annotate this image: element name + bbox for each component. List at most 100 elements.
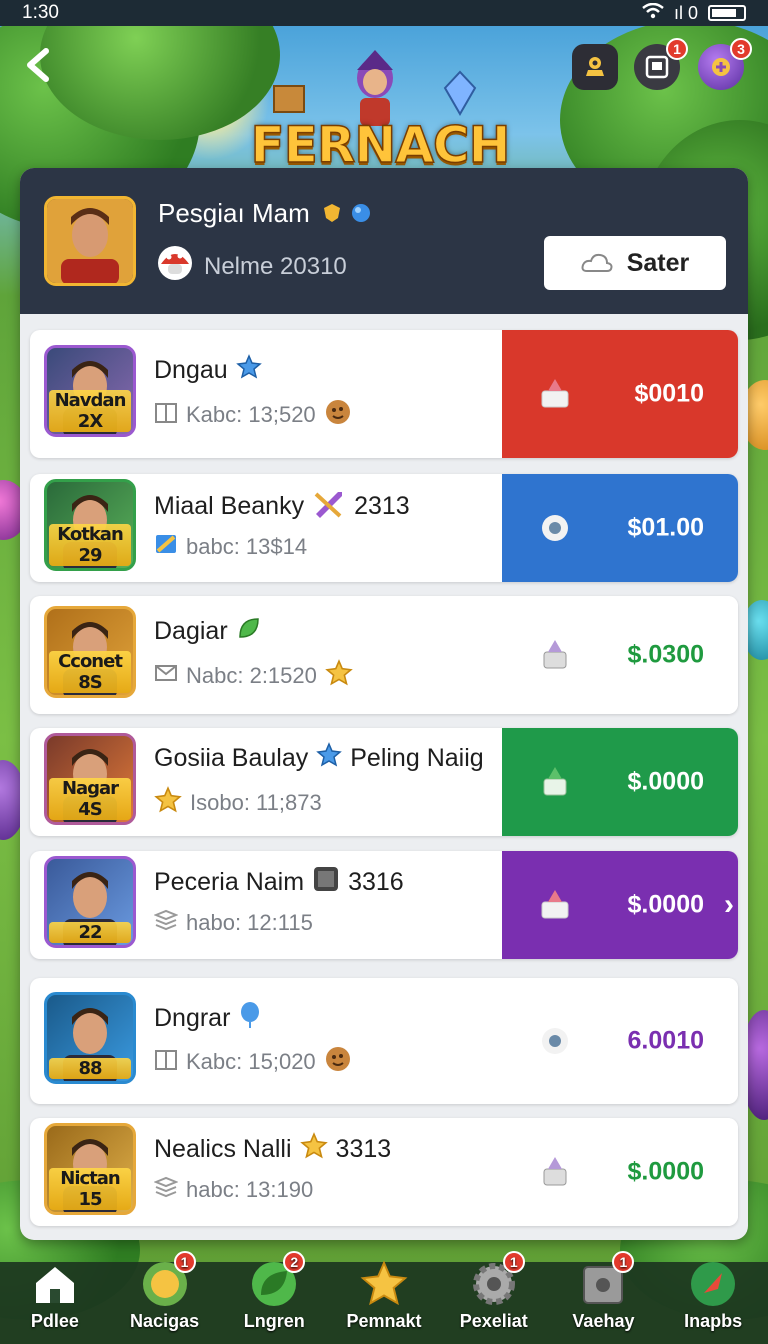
avatar-label: Navdan 2X — [49, 390, 131, 432]
logo-text: FERNACH — [250, 115, 511, 175]
price-item-icon — [538, 1155, 572, 1189]
gift-button[interactable]: 3 — [698, 38, 752, 90]
list-item[interactable]: Cconet 8S Dagiar Nabc: 2:1520 $.0300 — [30, 596, 738, 714]
star-badge-icon — [235, 354, 262, 387]
list-item[interactable]: 22 Peceria Naim 3316 habo: 12:115 $.0000… — [30, 851, 738, 959]
nav-badge: 1 — [612, 1251, 635, 1273]
inbox-button[interactable]: 1 — [634, 38, 688, 90]
nav-item-pexeliat[interactable]: 1 Pexeliat — [439, 1251, 549, 1332]
item-avatar: Cconet 8S — [44, 606, 136, 698]
nav-label: Pexeliat — [459, 1311, 528, 1331]
save-button[interactable]: Sater — [544, 236, 726, 290]
avatar-label: Kotkan 29 — [49, 524, 131, 566]
nav-badge: 2 — [283, 1251, 306, 1273]
item-subtitle: Isobo: 11;873 — [154, 786, 322, 820]
leaf-icon — [236, 615, 262, 648]
avatar-label: Nictan 15 — [49, 1168, 131, 1210]
profile-name: Pesgiaı Mam — [158, 198, 372, 231]
trophy-button[interactable] — [572, 44, 618, 90]
nav-item-nacigas[interactable]: 1 Nacigas — [110, 1251, 220, 1332]
gold-orb-icon: 1 — [138, 1251, 196, 1309]
nav-item-lngren[interactable]: 2 Lngren — [219, 1251, 329, 1332]
list-item[interactable]: 88 Dngrar Kabc: 15;020 6.0010 — [30, 978, 738, 1104]
list-item[interactable]: Nictan 15 Nealics Nalli 3313 habc: 13:19… — [30, 1118, 738, 1226]
price-button[interactable]: $.0300 — [502, 596, 738, 714]
price-value: $.0000 — [627, 1157, 704, 1186]
profile-subtitle: Nelme 20310 — [156, 244, 347, 289]
globe-icon — [350, 200, 372, 231]
gift-badge: 3 — [730, 38, 752, 60]
list-item[interactable]: Nagar 4S Gosiia Baulay Peling Naiig Isob… — [30, 728, 738, 836]
gift-icon — [712, 58, 730, 76]
price-value: $0010 — [634, 379, 704, 408]
nav-badge: 1 — [173, 1251, 196, 1273]
nav-label: Vaehay — [572, 1311, 635, 1331]
chevron-left-icon — [27, 48, 49, 82]
price-item-icon — [538, 1024, 572, 1058]
avatar-portrait-icon — [47, 199, 133, 283]
nav-item-pemnakt[interactable]: Pemnakt — [329, 1259, 439, 1332]
price-button[interactable]: 6.0010 — [502, 978, 738, 1104]
price-item-icon — [538, 511, 572, 545]
cookie-icon — [324, 1045, 352, 1079]
item-avatar: Nagar 4S — [44, 733, 136, 825]
item-title-extra: 3316 — [348, 868, 404, 896]
price-button[interactable]: $0010 — [502, 330, 738, 458]
item-title: Dagiar — [154, 615, 270, 648]
price-item-icon — [538, 888, 572, 922]
chevron-right-icon: › — [724, 888, 734, 921]
profile-header: Pesgiaı Mam Nelme 20310 Sater — [20, 168, 748, 314]
status-bar: 1:30 ıl 0 — [0, 0, 768, 26]
list-item[interactable]: Navdan 2X Dngau Kabc: 13;520 $0010 — [30, 330, 738, 458]
item-title: Gosiia Baulay Peling Naiig — [154, 742, 484, 775]
item-title-extra: 2313 — [354, 492, 410, 520]
price-button[interactable]: $01.00 — [502, 474, 738, 582]
star-icon — [357, 1259, 411, 1309]
inbox-badge: 1 — [666, 38, 688, 60]
crate-icon — [273, 85, 305, 113]
nav-item-vaehay[interactable]: 1 Vaehay — [549, 1251, 659, 1332]
price-button[interactable]: $.0000 › — [502, 851, 738, 959]
item-title: Peceria Naim 3316 — [154, 865, 404, 900]
inbox-icon — [645, 55, 669, 79]
item-title-extra: 3313 — [335, 1135, 392, 1163]
price-button[interactable]: $.0000 — [502, 1118, 738, 1226]
signal-text: ıl 0 — [673, 2, 698, 23]
nav-item-pdlee[interactable]: Pdlee — [0, 1259, 110, 1332]
nav-item-inapbs[interactable]: Inapbs — [658, 1259, 768, 1332]
gear-icon: 1 — [467, 1251, 525, 1309]
avatar-label: Nagar 4S — [49, 778, 131, 820]
crystal-icon — [443, 70, 477, 117]
ticket-icon — [154, 532, 178, 562]
game-logo: FERNACH — [230, 48, 530, 175]
price-item-icon — [538, 765, 572, 799]
stack-icon — [153, 909, 179, 937]
price-value: 6.0010 — [627, 1026, 704, 1055]
safe-icon: 1 — [576, 1251, 635, 1309]
price-value: $.0300 — [627, 640, 704, 669]
nav-badge: 1 — [502, 1251, 525, 1273]
price-value: $.0000 — [627, 890, 704, 919]
item-title: Dngau — [154, 354, 270, 387]
item-title: Dngrar — [154, 1001, 270, 1036]
list-item[interactable]: Kotkan 29 Miaal Beanky 2313 babc: 13$14 … — [30, 474, 738, 582]
price-value: $.0000 — [627, 767, 704, 796]
status-time: 1:30 — [22, 2, 59, 23]
cookie-icon — [324, 398, 352, 432]
rocket-orb-icon — [686, 1259, 740, 1309]
item-avatar: Nictan 15 — [44, 1123, 136, 1215]
save-label: Sater — [626, 248, 690, 277]
item-subtitle: Nabc: 2:1520 — [154, 659, 353, 693]
nav-label: Pemnakt — [346, 1311, 422, 1331]
nav-label: Inapbs — [684, 1311, 743, 1331]
back-button[interactable] — [22, 45, 62, 89]
avatar-label: 88 — [49, 1058, 131, 1079]
item-subtitle: habo: 12:115 — [153, 909, 313, 937]
price-button[interactable]: $.0000 — [502, 728, 738, 836]
box-icon — [154, 400, 178, 430]
profile-avatar[interactable] — [44, 196, 136, 286]
trophy-icon — [586, 57, 604, 76]
item-avatar: 88 — [44, 992, 136, 1084]
item-subtitle: Kabc: 13;520 — [154, 398, 352, 432]
price-item-icon — [538, 377, 572, 411]
